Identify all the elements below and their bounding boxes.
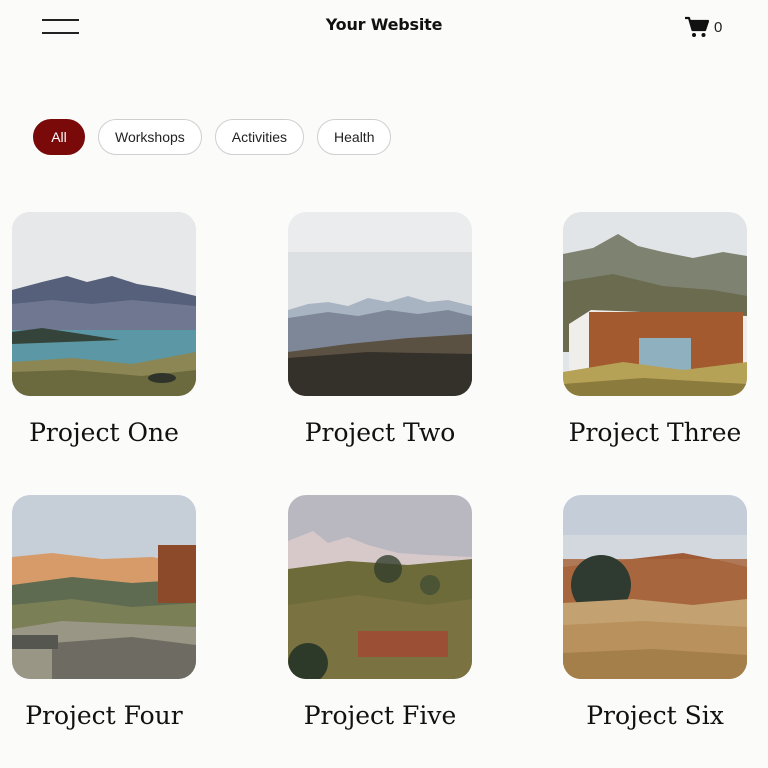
shopping-cart-icon[interactable] (684, 16, 710, 38)
project-card: Project Five (288, 495, 472, 730)
project-title[interactable]: Project Four (0, 701, 256, 730)
project-title[interactable]: Project Six (503, 701, 768, 730)
filter-chip-activities[interactable]: Activities (214, 119, 305, 155)
cart-button[interactable]: 0 (684, 16, 722, 38)
filter-chip-health[interactable]: Health (317, 119, 392, 155)
site-title[interactable]: Your Website (0, 15, 768, 34)
category-filter-bar: All Workshops Activities Health (33, 119, 392, 155)
project-image[interactable] (563, 495, 747, 679)
project-card: Project Six (563, 495, 747, 730)
project-image[interactable] (288, 495, 472, 679)
project-image[interactable] (12, 212, 196, 396)
project-card: Project One (12, 212, 196, 447)
site-header: Your Website 0 (0, 0, 768, 56)
project-title[interactable]: Project Five (228, 701, 532, 730)
project-image[interactable] (12, 495, 196, 679)
project-card: Project Two (288, 212, 472, 447)
project-image[interactable] (288, 212, 472, 396)
filter-chip-all[interactable]: All (33, 119, 85, 155)
project-title[interactable]: Project Three (503, 418, 768, 447)
project-title[interactable]: Project One (0, 418, 256, 447)
filter-chip-workshops[interactable]: Workshops (98, 119, 202, 155)
project-title[interactable]: Project Two (228, 418, 532, 447)
cart-count: 0 (714, 18, 723, 36)
project-image[interactable] (563, 212, 747, 396)
project-card: Project Three (563, 212, 747, 447)
project-card: Project Four (12, 495, 196, 730)
